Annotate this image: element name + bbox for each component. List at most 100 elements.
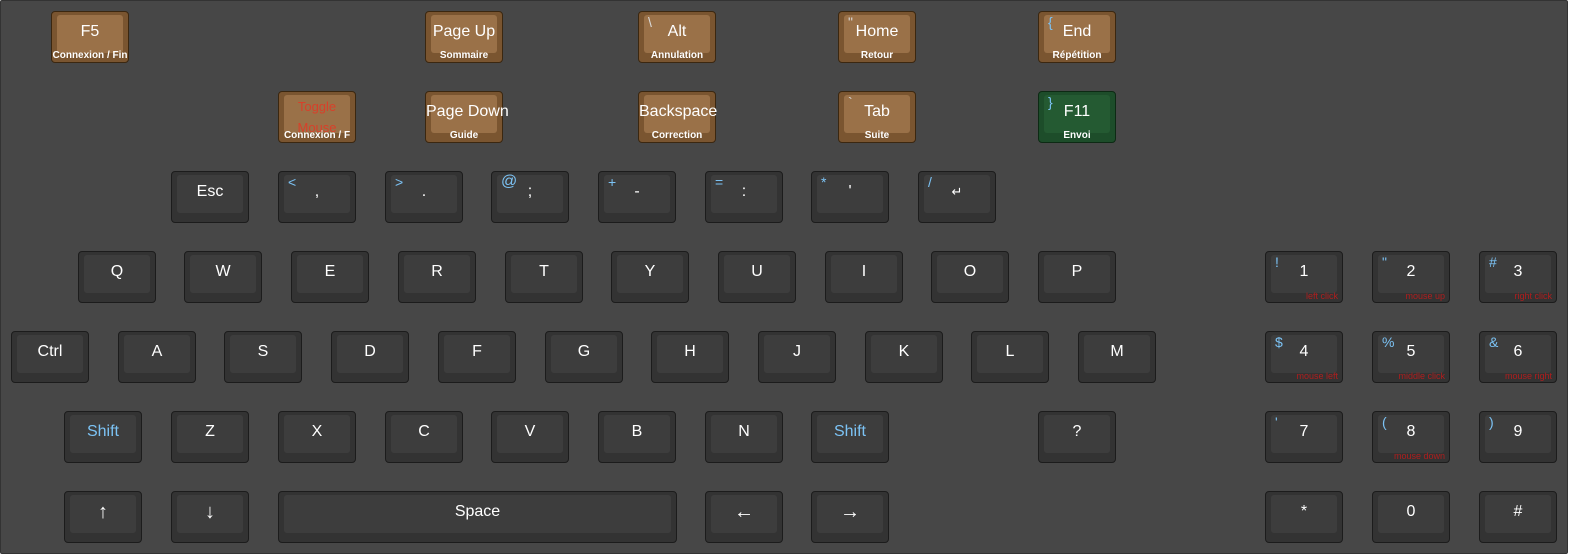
key-label: J — [793, 343, 801, 360]
key-g[interactable]: G — [545, 331, 623, 383]
key-caption: Correction — [651, 130, 703, 141]
key-comma[interactable]: < , — [278, 171, 356, 223]
key-o[interactable]: O — [931, 251, 1009, 303]
key-caption: Suite — [864, 130, 890, 141]
key-i[interactable]: I — [825, 251, 903, 303]
key-a[interactable]: A — [118, 331, 196, 383]
key-arrow-right[interactable]: → — [811, 491, 889, 543]
key-apostrophe[interactable]: * ' — [811, 171, 889, 223]
key-label: T — [539, 263, 549, 280]
key-arrow-left[interactable]: ← — [705, 491, 783, 543]
key-end[interactable]: { End Répétition — [1038, 11, 1116, 63]
key-shift-left[interactable]: Shift — [64, 411, 142, 463]
key-b[interactable]: B — [598, 411, 676, 463]
key-label: Esc — [196, 183, 224, 200]
key-w[interactable]: W — [184, 251, 262, 303]
key-label: A — [151, 343, 163, 360]
key-space[interactable]: Space — [278, 491, 677, 543]
key-label: Z — [205, 423, 215, 440]
key-label: F — [472, 343, 482, 360]
key-label: 2 — [1406, 263, 1416, 280]
key-p[interactable]: P — [1038, 251, 1116, 303]
key-f[interactable]: F — [438, 331, 516, 383]
key-label: Q — [110, 263, 124, 280]
key-h[interactable]: H — [651, 331, 729, 383]
key-l[interactable]: L — [971, 331, 1049, 383]
key-d[interactable]: D — [331, 331, 409, 383]
numpad-7[interactable]: ' 7 — [1265, 411, 1343, 463]
key-k[interactable]: K — [865, 331, 943, 383]
key-q[interactable]: Q — [78, 251, 156, 303]
key-label: 5 — [1406, 343, 1416, 360]
key-label: C — [418, 423, 430, 440]
key-period[interactable]: > . — [385, 171, 463, 223]
key-esc[interactable]: Esc — [171, 171, 249, 223]
key-minus[interactable]: + - — [598, 171, 676, 223]
numpad-hash[interactable]: # — [1479, 491, 1557, 543]
key-s[interactable]: S — [224, 331, 302, 383]
key-toggle-mouse[interactable]: Toggle Mouse Connexion / F — [278, 91, 356, 143]
numpad-6[interactable]: & 6 mouse right — [1479, 331, 1557, 383]
key-label: * — [1300, 503, 1308, 520]
key-x[interactable]: X — [278, 411, 356, 463]
key-u[interactable]: U — [718, 251, 796, 303]
key-r[interactable]: R — [398, 251, 476, 303]
key-c[interactable]: C — [385, 411, 463, 463]
key-label: Y — [644, 263, 656, 280]
numpad-5[interactable]: % 5 middle click — [1372, 331, 1450, 383]
key-m[interactable]: M — [1078, 331, 1156, 383]
key-label: 6 — [1513, 343, 1523, 360]
key-z[interactable]: Z — [171, 411, 249, 463]
key-alt[interactable]: \ Alt Annulation — [638, 11, 716, 63]
key-question[interactable]: ? — [1038, 411, 1116, 463]
numpad-9[interactable]: ) 9 — [1479, 411, 1557, 463]
key-colon[interactable]: = : — [705, 171, 783, 223]
key-label: ' — [848, 183, 852, 200]
numpad-3[interactable]: #3 right click — [1479, 251, 1557, 303]
numpad-4[interactable]: $4 mouse left — [1265, 331, 1343, 383]
key-v[interactable]: V — [491, 411, 569, 463]
key-label: I — [861, 263, 867, 280]
key-e[interactable]: E — [291, 251, 369, 303]
mouse-hint: middle click — [1398, 371, 1445, 381]
key-home[interactable]: " Home Retour — [838, 11, 916, 63]
key-semicolon[interactable]: @ ; — [491, 171, 569, 223]
key-label: M — [1110, 343, 1124, 360]
key-label: H — [684, 343, 696, 360]
numpad-star[interactable]: * — [1265, 491, 1343, 543]
key-label: - — [634, 183, 640, 200]
numpad-1[interactable]: ! 1 left click — [1265, 251, 1343, 303]
mouse-hint: left click — [1305, 291, 1338, 301]
key-f5[interactable]: F5 Connexion / Fin — [51, 11, 129, 63]
numpad-0[interactable]: 0 — [1372, 491, 1450, 543]
key-enter[interactable]: / ↵ — [918, 171, 996, 223]
enter-icon: ↵ — [951, 184, 963, 199]
key-tab[interactable]: ` Tab Suite — [838, 91, 916, 143]
key-label: K — [898, 343, 910, 360]
numpad-2[interactable]: " 2 mouse up — [1372, 251, 1450, 303]
numpad-8[interactable]: (8 mouse down — [1372, 411, 1450, 463]
key-label: 1 — [1299, 263, 1309, 280]
key-label: . — [421, 183, 427, 200]
key-arrow-down[interactable]: ↓ — [171, 491, 249, 543]
arrow-up-icon: ↑ — [98, 501, 108, 523]
key-y[interactable]: Y — [611, 251, 689, 303]
key-label: Page Down — [426, 103, 509, 120]
key-label: , — [314, 183, 320, 200]
key-caption: Guide — [449, 130, 479, 141]
key-ctrl[interactable]: Ctrl — [11, 331, 89, 383]
key-page-up[interactable]: Page Up Sommaire — [425, 11, 503, 63]
key-shift-right[interactable]: Shift — [811, 411, 889, 463]
key-f11[interactable]: } F11 Envoi — [1038, 91, 1116, 143]
key-label: 0 — [1406, 503, 1416, 520]
key-backspace[interactable]: Backspace Correction — [638, 91, 717, 143]
arrow-left-icon: ← — [734, 501, 754, 523]
key-t[interactable]: T — [505, 251, 583, 303]
key-label: End — [1062, 23, 1092, 40]
key-j[interactable]: J — [758, 331, 836, 383]
key-page-down[interactable]: Page Down Guide — [425, 91, 509, 143]
key-caption: Retour — [860, 50, 894, 61]
key-arrow-up[interactable]: ↑ — [64, 491, 142, 543]
key-caption: Envoi — [1063, 130, 1091, 141]
key-n[interactable]: N — [705, 411, 783, 463]
